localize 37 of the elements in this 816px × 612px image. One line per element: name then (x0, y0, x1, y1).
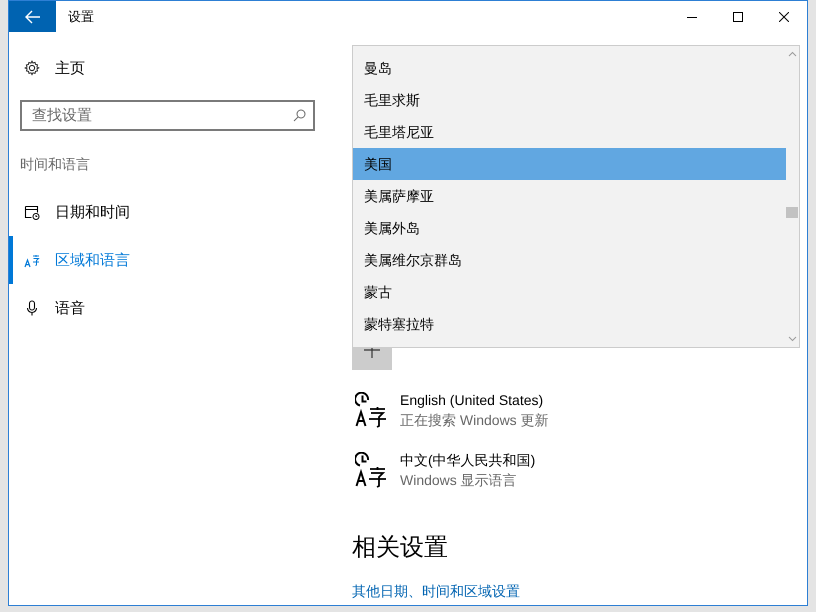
back-button[interactable] (9, 1, 56, 32)
nav-item[interactable]: 日期和时间 (9, 188, 352, 236)
country-option[interactable]: 曼岛 (353, 52, 786, 84)
maximize-icon (733, 12, 743, 22)
language-item[interactable]: 中文(中华人民共和国) Windows 显示语言 (352, 450, 536, 494)
country-option[interactable]: 美属外岛 (353, 212, 786, 244)
language-status: 正在搜索 Windows 更新 (400, 411, 549, 430)
language-name: 中文(中华人民共和国) (400, 451, 536, 470)
search-icon (293, 109, 306, 122)
country-option[interactable]: 美属萨摩亚 (353, 180, 786, 212)
scroll-down-icon[interactable] (788, 336, 797, 342)
country-option[interactable]: 毛里塔尼亚 (353, 116, 786, 148)
section-heading: 相关设置 (352, 533, 448, 563)
language-icon (355, 392, 387, 428)
language-icon (24, 252, 40, 268)
microphone-icon (24, 300, 40, 316)
country-option[interactable]: 美国 (353, 148, 786, 180)
settings-link[interactable]: 其他日期、时间和区域设置 (352, 581, 520, 601)
country-option[interactable]: 蒙古 (353, 276, 786, 308)
window-title: 设置 (68, 8, 94, 26)
language-icon (355, 452, 387, 488)
close-icon (779, 12, 789, 22)
gear-icon (24, 60, 40, 76)
language-item[interactable]: English (United States) 正在搜索 Windows 更新 (352, 390, 549, 434)
country-option[interactable]: 蒙特塞拉特 (353, 308, 786, 340)
scroll-up-icon[interactable] (788, 51, 797, 57)
calendar-clock-icon (24, 204, 40, 220)
nav-item[interactable]: 语音 (9, 284, 352, 332)
search-field[interactable]: 查找设置 (20, 100, 315, 131)
language-name: English (United States) (400, 391, 544, 410)
home-link[interactable]: 主页 (9, 48, 352, 88)
language-status: Windows 显示语言 (400, 471, 518, 490)
scrollbar-thumb[interactable] (786, 207, 798, 218)
section-heading: 时间和语言 (20, 155, 91, 173)
country-option[interactable]: 美属维尔京群岛 (353, 244, 786, 276)
back-arrow-icon (24, 10, 40, 24)
country-option[interactable]: 毛里求斯 (353, 84, 786, 116)
